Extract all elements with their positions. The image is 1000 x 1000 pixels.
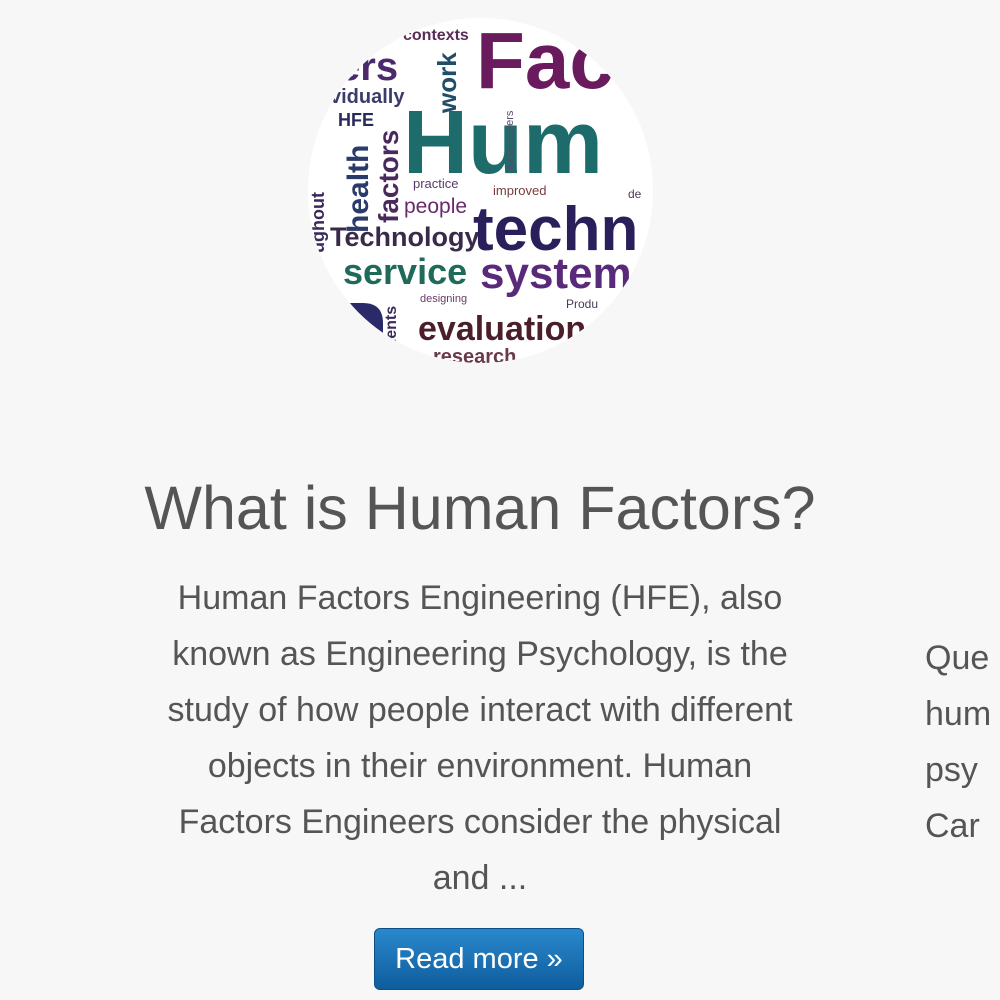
word-people: people: [404, 195, 467, 218]
word-contexts: contexts: [403, 27, 469, 44]
excerpt-line: Car: [925, 807, 980, 845]
next-article-card-excerpt: Que hum psy Car: [925, 630, 1000, 854]
article-title: What is Human Factors?: [144, 474, 816, 542]
read-more-button[interactable]: Read more »: [374, 928, 584, 990]
word-technology: Technology: [330, 222, 480, 252]
excerpt-line: known as Engineering Psychology, is the: [172, 635, 788, 673]
word-ughout: ughout: [308, 192, 328, 253]
word-cloud-image: contexts Fac ers work vidually HFE Hum s…: [308, 18, 653, 363]
word-system: system: [480, 249, 632, 298]
word-health: health: [342, 145, 375, 233]
excerpt-line: Factors Engineers consider the physical: [178, 803, 782, 841]
word-service: service: [343, 251, 467, 292]
excerpt-line: and ...: [432, 859, 528, 897]
word-evaluation: evaluation: [418, 310, 586, 348]
large-glyph-fragment: [338, 303, 383, 348]
word-vidually: vidually: [330, 86, 405, 108]
excerpt-line: psy: [925, 751, 978, 789]
word-produ: Produ: [566, 297, 598, 311]
word-ers: ers: [338, 45, 398, 89]
word-practice: practice: [413, 176, 459, 191]
excerpt-line: Que: [925, 639, 990, 677]
word-de: de: [628, 187, 642, 201]
word-fac: Fac: [476, 18, 614, 105]
word-research: research: [433, 346, 516, 363]
word-stakeholders: stakeholders: [504, 110, 516, 173]
excerpt-line: objects in their environment. Human: [207, 747, 753, 785]
word-designing: designing: [420, 293, 467, 305]
excerpt-line: Human Factors Engineering (HFE), also: [177, 579, 783, 617]
word-factors: factors: [373, 130, 404, 223]
word-ments: ments: [383, 306, 400, 353]
word-hfe: HFE: [338, 110, 374, 130]
excerpt-line: study of how people interact with differ…: [167, 691, 793, 729]
article-excerpt: Human Factors Engineering (HFE), also kn…: [130, 570, 830, 906]
word-cloud-graphic: contexts Fac ers work vidually HFE Hum s…: [308, 18, 653, 363]
excerpt-line: hum: [925, 695, 992, 733]
page: contexts Fac ers work vidually HFE Hum s…: [0, 0, 1000, 1000]
